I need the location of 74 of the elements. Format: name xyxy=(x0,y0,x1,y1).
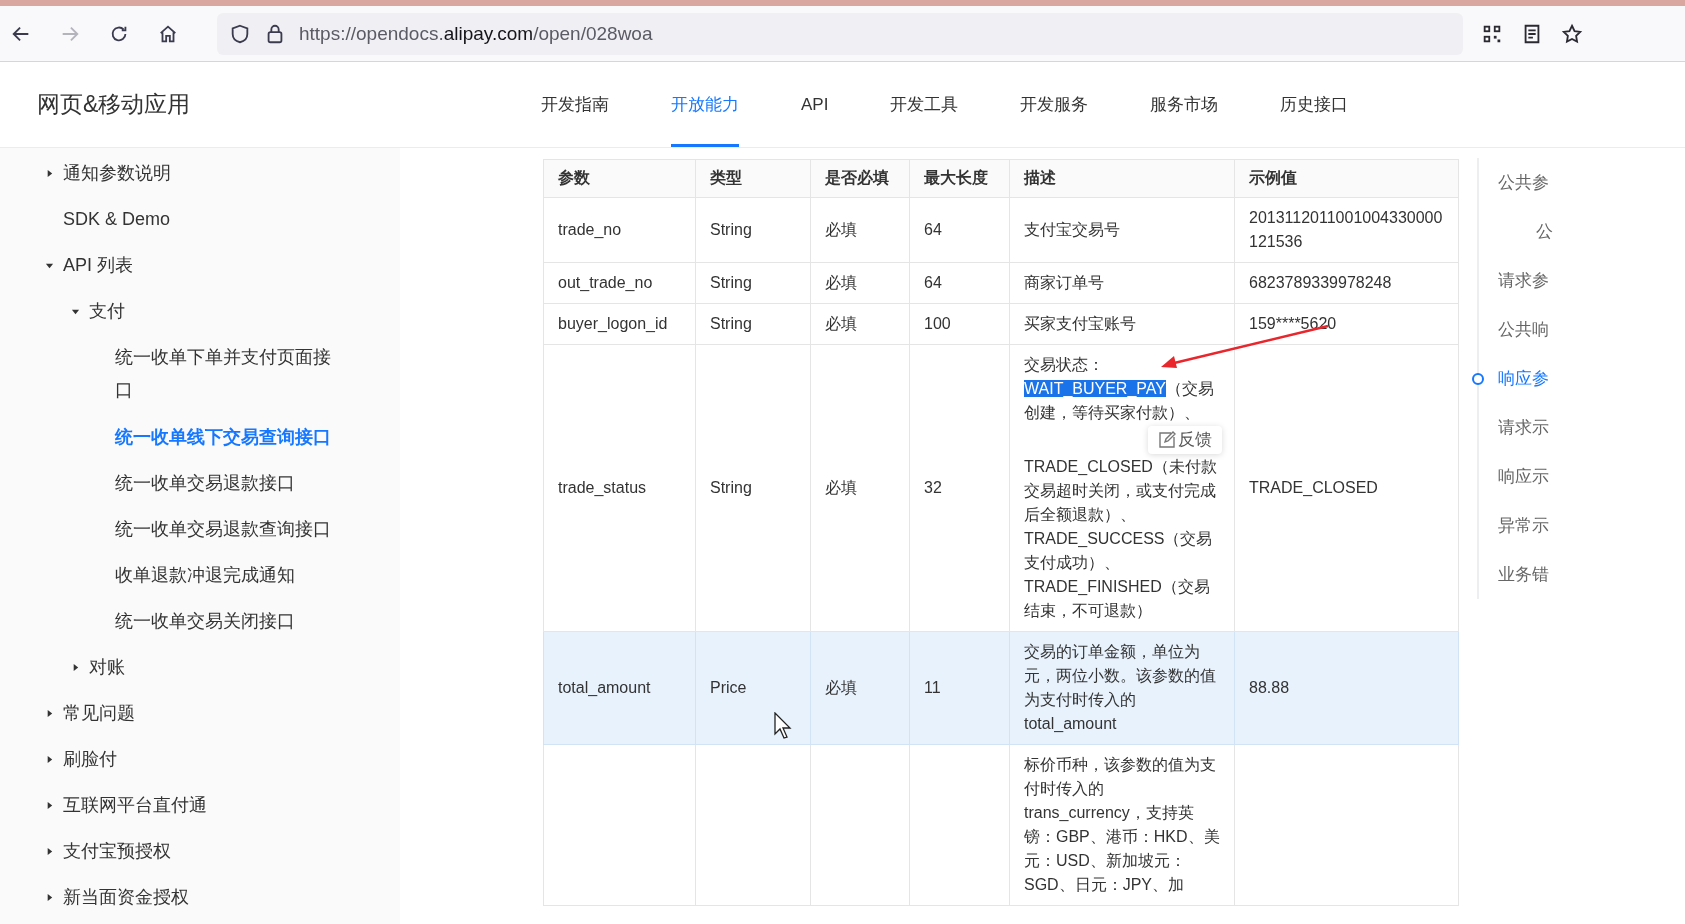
sidebar-item[interactable]: SDK & Demo xyxy=(0,196,400,242)
column-header: 是否必填 xyxy=(810,159,910,198)
sidebar-item[interactable]: 通知参数说明 xyxy=(0,150,400,196)
table-cell: TRADE_CLOSED xyxy=(1234,344,1459,632)
sidebar-item[interactable]: 统一收单交易退款接口 xyxy=(0,460,400,506)
toc-link[interactable]: 公 xyxy=(1472,207,1553,256)
table-cell: String xyxy=(695,303,811,345)
toc-link[interactable]: 公共参 xyxy=(1472,158,1549,207)
column-header: 类型 xyxy=(695,159,811,198)
table-cell: 必填 xyxy=(810,262,910,304)
table-cell: String xyxy=(695,262,811,304)
address-bar[interactable]: https://opendocs.alipay.com/open/028woa xyxy=(217,12,1463,55)
table-cell: 必填 xyxy=(810,303,910,345)
column-header: 参数 xyxy=(543,159,696,198)
nav-tab[interactable]: 开发服务 xyxy=(1020,62,1089,147)
table-cell: 11 xyxy=(909,631,1010,745)
table-cell: 必填 xyxy=(810,197,910,263)
column-header: 描述 xyxy=(1009,159,1235,198)
sidebar-item[interactable]: 支付 xyxy=(0,288,400,334)
toc-link[interactable]: 响应示 xyxy=(1472,452,1549,501)
nav-tab[interactable]: 历史接口 xyxy=(1280,62,1349,147)
table-cell: Price xyxy=(695,631,811,745)
tooltip-label: 反馈 xyxy=(1178,429,1212,451)
sidebar-item[interactable]: 统一收单线下交易查询接口 xyxy=(0,414,400,460)
table-cell: 支付宝交易号 xyxy=(1009,197,1235,263)
table-cell: 88.88 xyxy=(1234,631,1459,745)
url-text: https://opendocs.alipay.com/open/028woa xyxy=(299,22,653,45)
sidebar-item[interactable]: 新当面资金授权 xyxy=(0,874,400,920)
sidebar-item[interactable]: 支付宝预授权 xyxy=(0,828,400,874)
table-cell: 交易状态： WAIT_BUYER_PAY（交易创建，等待买家付款）、 反馈 TRADE_CLOSED（未付款交易超时关闭，或支付完成后全额退款）、TRADE_SUCCESS（交易支付成功）、TRADE_FINISHED（交易结束，不可退款） xyxy=(1009,344,1235,632)
table-cell: out_trade_no xyxy=(543,262,696,304)
table-cell: 商家订单号 xyxy=(1009,262,1235,304)
site-title: 网页&移动应用 xyxy=(37,90,192,119)
table-cell: 必填 xyxy=(810,631,910,745)
toc-link[interactable]: 异常示 xyxy=(1472,501,1549,550)
table-cell: 100 xyxy=(909,303,1010,345)
feedback-tooltip[interactable]: 反馈 xyxy=(1148,426,1222,454)
sidebar-item[interactable]: 统一收单交易退款查询接口 xyxy=(0,506,400,552)
nav-tab[interactable]: 开放能力 xyxy=(671,62,739,147)
sidebar-item[interactable]: 收单退款冲退完成通知 xyxy=(0,552,400,598)
table-cell: 买家支付宝账号 xyxy=(1009,303,1235,345)
table-cell: String xyxy=(695,197,811,263)
table-cell: 交易的订单金额，单位为元，两位小数。该参数的值为支付时传入的total_amount xyxy=(1009,631,1235,745)
sidebar-item[interactable]: API 列表 xyxy=(0,242,400,288)
table-cell: buyer_logon_id xyxy=(543,303,696,345)
toc-link[interactable]: 请求参 xyxy=(1472,256,1549,305)
table-cell: 159****5620 xyxy=(1234,303,1459,345)
toc-link[interactable]: 公共响 xyxy=(1472,305,1549,354)
table-cell: String xyxy=(695,344,811,632)
nav-tab[interactable]: 开发指南 xyxy=(541,62,609,147)
table-cell: 标价币种，该参数的值为支付时传入的trans_currency，支持英镑：GBP、港币：HKD、美元：USD、新加坡元：SGD、日元：JPY、加 xyxy=(1009,744,1235,906)
toc-link[interactable]: 业务错 xyxy=(1472,550,1549,599)
table-cell: 2013112011001004330000121536 xyxy=(1234,197,1459,263)
nav-tab[interactable]: API xyxy=(801,62,829,147)
sidebar-item[interactable]: 对账 xyxy=(0,644,400,690)
table-cell: 64 xyxy=(909,262,1010,304)
nav-tab[interactable]: 开发工具 xyxy=(890,62,959,147)
table-cell: 64 xyxy=(909,197,1010,263)
sidebar-item[interactable]: 常见问题 xyxy=(0,690,400,736)
sidebar-item[interactable]: 互联网平台直付通 xyxy=(0,782,400,828)
column-header: 示例值 xyxy=(1234,159,1459,198)
nav-tab[interactable]: 服务市场 xyxy=(1150,62,1219,147)
toc-link[interactable]: 请求示 xyxy=(1472,403,1549,452)
sidebar-item[interactable]: 统一收单交易关闭接口 xyxy=(0,598,400,644)
column-header: 最大长度 xyxy=(909,159,1010,198)
table-cell: 32 xyxy=(909,344,1010,632)
table-cell: trade_no xyxy=(543,197,696,263)
table-cell: 6823789339978248 xyxy=(1234,262,1459,304)
table-cell: total_amount xyxy=(543,631,696,745)
sidebar-item[interactable]: 统一收单下单并支付页面接口 xyxy=(0,334,400,414)
toc-link[interactable]: 响应参 xyxy=(1472,354,1549,403)
sidebar-item[interactable]: 刷脸付 xyxy=(0,736,400,782)
table-cell: 必填 xyxy=(810,344,910,632)
table-cell: trade_status xyxy=(543,344,696,632)
